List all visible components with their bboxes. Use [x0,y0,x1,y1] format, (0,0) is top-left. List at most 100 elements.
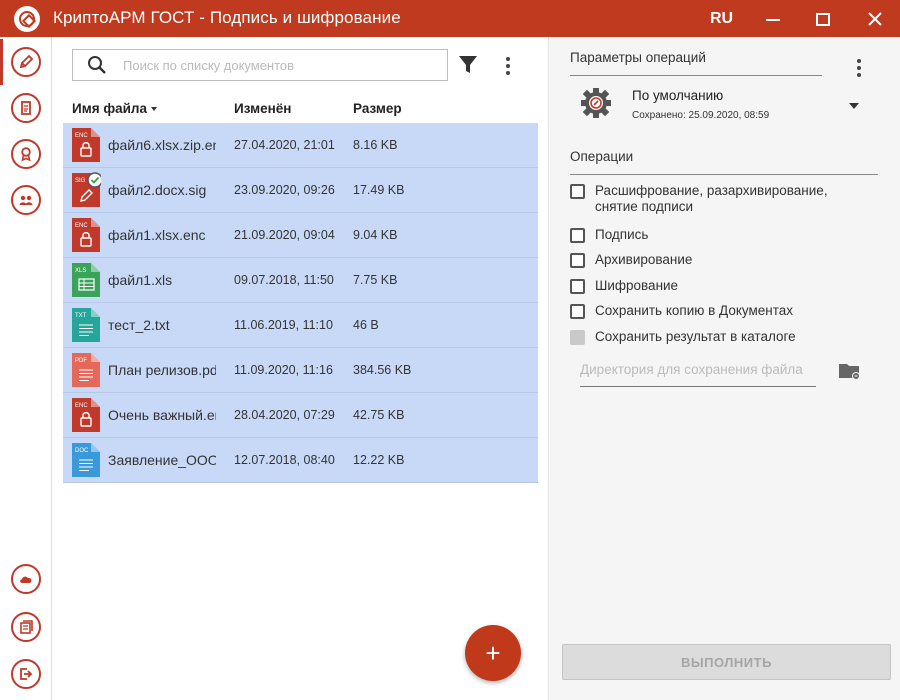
documents-panel: Имя файла Изменён Размер ENC файл6.xlsx.z… [52,37,548,700]
column-header-name[interactable]: Имя файла [72,101,157,116]
operation-checkbox [570,330,585,345]
file-size: 7.75 KB [353,273,398,287]
window-title: КриптоАРМ ГОСТ - Подпись и шифрование [53,8,401,27]
maximize-button[interactable] [808,4,838,34]
operation-label: Сохранить результат в каталоге [595,329,796,344]
preset-name[interactable]: По умолчанию [632,88,723,103]
nav-events[interactable] [0,604,52,650]
cloud-icon [20,576,32,583]
nav-certificates[interactable] [0,131,52,177]
file-name: файл1.xls [108,272,173,288]
file-row[interactable]: ENC файл6.xlsx.zip.enc 27.04.2020, 21:01 8.… [63,123,538,168]
file-row[interactable]: DOC Заявление_ООО.docx 12.07.2018, 08:40 12… [63,438,538,483]
file-type-label: ENC [75,223,88,229]
file-type-label: ENC [75,133,88,139]
maximize-icon [816,12,830,26]
operation-label: Расшифрование, разархивирование, снятие … [595,183,828,214]
file-row[interactable]: ENC Очень важный.enc 28.04.2020, 07:29 42.7… [63,393,538,438]
close-button[interactable] [860,4,890,34]
document-icon [21,101,31,115]
column-headers: Имя файла Изменён Размер [72,101,538,121]
operation-checkbox[interactable] [570,228,585,243]
file-row[interactable]: SIG файл2.docx.sig 23.09.2020, 09:26 17.49 … [63,168,538,213]
operation-label: Шифрование [595,278,679,293]
file-type-label: TXT [75,313,87,319]
gear-icon [581,88,611,118]
params-title: Параметры операций [570,50,706,65]
params-more-button[interactable] [849,55,869,81]
file-row[interactable]: ENC файл1.xlsx.enc 21.09.2020, 09:04 9.04 K… [63,213,538,258]
app-logo-icon [14,6,40,32]
file-type-label: DOC [75,448,89,454]
operation-checkbox[interactable] [570,253,585,268]
file-size: 46 B [353,318,379,332]
file-row[interactable]: PDF План релизов.pdf 11.09.2020, 11:16 384.… [63,348,538,393]
list-icon [20,620,33,634]
certificate-icon [21,147,31,162]
file-row[interactable]: XLS файл1.xls 09.07.2018, 11:50 7.75 KB [63,258,538,303]
divider [570,75,822,76]
file-modified: 28.04.2020, 07:29 [234,408,335,422]
file-type-icon: ENC [72,128,100,162]
file-name: файл6.xlsx.zip.enc [108,137,216,153]
operation-label: Архивирование [595,252,693,267]
file-type-icon: TXT [72,308,100,342]
file-size: 384.56 KB [353,363,412,377]
left-navigation [0,37,52,700]
add-document-button[interactable]: + [465,625,521,681]
file-type-label: PDF [75,358,87,364]
file-row[interactable]: TXT тест_2.txt 11.06.2019, 11:10 46 B [63,303,538,348]
operations-title: Операции [570,149,634,164]
search-input[interactable] [123,54,433,76]
file-list: ENC файл6.xlsx.zip.enc 27.04.2020, 21:01 8.… [63,123,538,483]
operation-checkbox[interactable] [570,304,585,319]
file-type-icon: DOC [72,443,100,477]
file-modified: 27.04.2020, 21:01 [234,138,335,152]
nav-cloud[interactable] [0,556,52,602]
column-header-size[interactable]: Размер [353,101,402,116]
execute-button[interactable]: ВЫПОЛНИТЬ [562,644,891,680]
close-icon [868,12,882,26]
search-box[interactable] [72,49,448,81]
file-type-label: SIG [75,178,86,184]
operation-option[interactable]: Подпись [570,227,648,243]
file-name: Очень важный.enc [108,407,216,423]
file-name: Заявление_ООО.docx [108,452,216,468]
output-directory-input[interactable] [580,356,816,382]
operation-option[interactable]: Шифрование [570,278,678,294]
nav-documents[interactable] [0,85,52,131]
file-modified: 11.09.2020, 11:16 [234,363,333,377]
file-type-icon: SIG [72,172,101,207]
file-type-icon: ENC [72,398,100,432]
search-icon [88,56,106,74]
file-name: файл2.docx.sig [108,182,207,198]
file-size: 12.22 KB [353,453,405,467]
output-directory-field[interactable] [580,353,816,387]
filter-button[interactable] [456,53,482,79]
operation-checkbox[interactable] [570,279,585,294]
operation-option[interactable]: Архивирование [570,252,692,268]
operation-checkbox[interactable] [570,184,585,199]
file-modified: 09.07.2018, 11:50 [234,273,334,287]
minimize-button[interactable] [758,4,788,34]
more-options-button[interactable] [498,53,518,79]
title-bar: КриптоАРМ ГОСТ - Подпись и шифрование RU [0,0,900,37]
file-modified: 11.06.2019, 11:10 [234,318,333,332]
file-modified: 12.07.2018, 08:40 [234,453,335,467]
file-type-label: XLS [75,268,86,274]
operation-label: Подпись [595,227,649,242]
nav-sign-encrypt[interactable] [0,39,52,85]
folder-icon[interactable] [838,361,862,381]
users-icon [19,195,33,205]
operation-option[interactable]: Сохранить копию в Документах [570,303,793,319]
operation-label: Сохранить копию в Документах [595,303,794,318]
column-header-modified[interactable]: Изменён [234,101,291,116]
language-switch[interactable]: RU [710,10,733,28]
operation-option[interactable]: Расшифрование, разархивирование, снятие … [570,183,855,215]
file-name: тест_2.txt [108,317,170,333]
filter-icon [459,56,477,73]
nav-exit[interactable] [0,651,52,697]
nav-contacts[interactable] [0,177,52,223]
preset-dropdown-icon[interactable] [849,103,859,109]
file-name: План релизов.pdf [108,362,216,378]
